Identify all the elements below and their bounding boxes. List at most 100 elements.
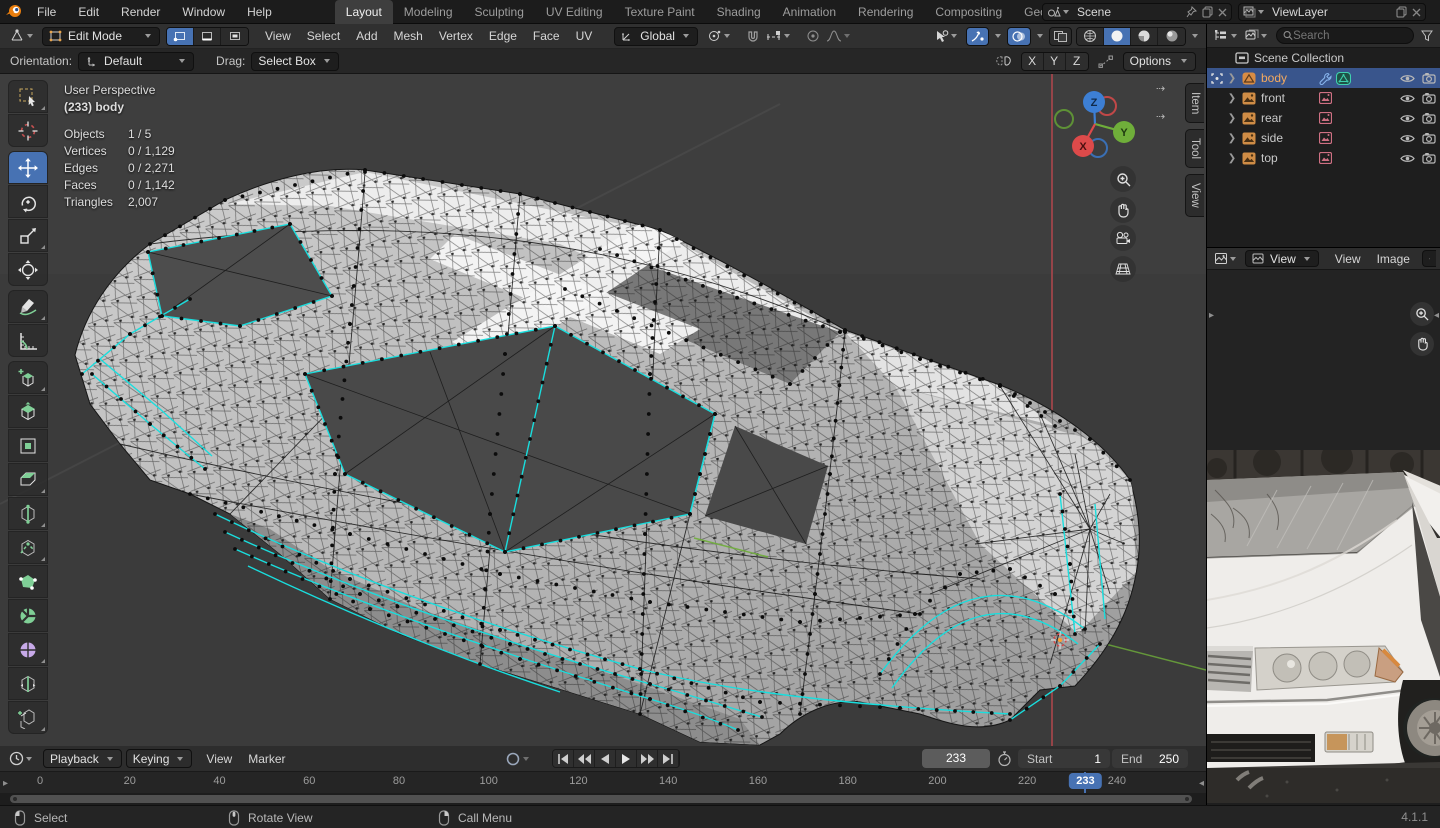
start-frame-field[interactable]: Start 1 <box>1018 749 1110 768</box>
snap-path-icon[interactable] <box>1095 55 1117 68</box>
disable-render-icon[interactable] <box>1422 92 1436 104</box>
shading-wireframe-button[interactable] <box>1077 28 1104 45</box>
zoom-view-button[interactable] <box>1110 166 1136 192</box>
viewport-3d[interactable]: User Perspective (233) body Objects1 / 5… <box>0 74 1206 746</box>
filter-icon[interactable] <box>1418 30 1436 42</box>
workspace-tab-texture-paint[interactable]: Texture Paint <box>614 0 706 24</box>
mirror-axis-x-button[interactable]: X <box>1022 53 1044 70</box>
playhead-frame-badge[interactable]: 233 <box>1069 773 1101 789</box>
snap-target-dropdown[interactable] <box>763 30 795 42</box>
outliner-row-scene-collection[interactable]: Scene Collection <box>1207 48 1440 68</box>
shading-dropdown-caret[interactable] <box>1192 34 1198 38</box>
right-panel-arrow-icon[interactable]: ◂ <box>1434 310 1439 321</box>
options-dropdown[interactable]: Options <box>1123 52 1196 71</box>
timeline-collapse-arrow-icon[interactable]: ◂ <box>1199 778 1204 789</box>
rotate-tool-button[interactable] <box>8 185 48 218</box>
topbar-menu-file[interactable]: File <box>26 0 67 24</box>
topbar-menu-help[interactable]: Help <box>236 0 283 24</box>
outliner-display-mode-icon[interactable] <box>1242 29 1272 42</box>
remove-viewlayer-icon[interactable] <box>1412 8 1421 17</box>
editor-type-outliner-icon[interactable] <box>1211 29 1242 42</box>
hide-viewport-icon[interactable] <box>1400 133 1415 144</box>
workspace-tab-uv-editing[interactable]: UV Editing <box>535 0 614 24</box>
edge-select-mode-button[interactable] <box>194 28 221 45</box>
outliner-row-side[interactable]: ❯ side <box>1207 128 1440 148</box>
disable-render-icon[interactable] <box>1422 72 1436 84</box>
image-data-icon[interactable] <box>1319 132 1332 144</box>
disable-render-icon[interactable] <box>1422 152 1436 164</box>
image-zoom-button[interactable] <box>1410 302 1434 326</box>
topbar-menu-render[interactable]: Render <box>110 0 171 24</box>
workspace-tab-shading[interactable]: Shading <box>706 0 772 24</box>
image-editor-view-menu[interactable]: View <box>1327 252 1369 266</box>
bevel-tool-button[interactable] <box>8 463 48 496</box>
workspace-tab-sculpting[interactable]: Sculpting <box>464 0 535 24</box>
object-name[interactable]: side <box>1261 131 1283 145</box>
gizmos-toggle[interactable] <box>966 27 989 46</box>
hide-viewport-icon[interactable] <box>1400 113 1415 124</box>
extrude-region-tool-button[interactable] <box>8 395 48 428</box>
gizmos-dropdown-caret[interactable] <box>995 34 1001 38</box>
viewport-menu-edge[interactable]: Edge <box>481 29 525 43</box>
left-panel-arrow-icon[interactable]: ▸ <box>1209 310 1214 321</box>
scale-tool-button[interactable] <box>8 219 48 252</box>
hide-viewport-icon[interactable] <box>1400 153 1415 164</box>
workspace-tab-modeling[interactable]: Modeling <box>393 0 464 24</box>
viewport-menu-mesh[interactable]: Mesh <box>386 29 431 43</box>
edge-slide-tool-button[interactable] <box>8 667 48 700</box>
editor-type-3dview-icon[interactable] <box>6 29 38 43</box>
timeline-expand-arrow-icon[interactable]: ▸ <box>3 778 8 789</box>
jump-to-start-button[interactable] <box>553 750 574 768</box>
new-scene-icon[interactable] <box>1202 6 1213 18</box>
workspace-tab-compositing[interactable]: Compositing <box>924 0 1013 24</box>
vertex-select-mode-button[interactable] <box>167 28 194 45</box>
reference-image[interactable] <box>1207 450 1440 803</box>
blender-logo-icon[interactable] <box>0 0 26 24</box>
outliner-row-rear[interactable]: ❯rear <box>1207 108 1440 128</box>
gizmo-axis-y-neg[interactable] <box>1055 110 1073 128</box>
outliner-search[interactable] <box>1276 27 1414 44</box>
face-select-mode-button[interactable] <box>221 28 248 45</box>
scene-selector[interactable]: Scene <box>1042 3 1232 21</box>
expand-chevron-icon[interactable]: ❯ <box>1226 133 1238 144</box>
move-tool-button[interactable] <box>8 151 48 184</box>
camera-view-button[interactable] <box>1110 225 1136 251</box>
tool-orientation-dropdown[interactable]: Default <box>78 52 194 71</box>
topbar-menu-edit[interactable]: Edit <box>67 0 110 24</box>
outliner-empty-space[interactable] <box>1207 168 1440 247</box>
shading-rendered-button[interactable] <box>1158 28 1185 45</box>
show-object-types-dropdown[interactable] <box>931 30 962 43</box>
outliner-row-front[interactable]: ❯front <box>1207 88 1440 108</box>
keying-menu[interactable]: Keying <box>126 749 193 768</box>
viewport-canvas[interactable] <box>0 74 1206 746</box>
viewport-menu-uv[interactable]: UV <box>568 29 601 43</box>
cursor-tool-button[interactable] <box>8 114 48 147</box>
expand-chevron-icon[interactable]: ❯ <box>1226 93 1238 104</box>
viewport-menu-vertex[interactable]: Vertex <box>431 29 481 43</box>
mirror-axis-y-button[interactable]: Y <box>1044 53 1066 70</box>
jump-to-end-button[interactable] <box>658 750 679 768</box>
pin-icon[interactable] <box>1186 6 1197 18</box>
object-name[interactable]: top <box>1261 151 1278 165</box>
sidebar-tab-tool[interactable]: Tool <box>1185 129 1204 168</box>
knife-tool-button[interactable] <box>8 531 48 564</box>
object-name[interactable]: rear <box>1261 111 1282 125</box>
object-name[interactable]: body <box>1261 71 1287 85</box>
pan-view-button[interactable] <box>1110 197 1136 223</box>
poly-build-tool-button[interactable] <box>8 565 48 598</box>
proportional-editing-icon[interactable] <box>803 29 823 43</box>
timeline-marker-menu[interactable]: Marker <box>240 752 293 766</box>
viewport-menu-select[interactable]: Select <box>299 29 348 43</box>
image-display-mode-dropdown[interactable]: View <box>1245 250 1319 267</box>
next-keyframe-button[interactable] <box>637 750 658 768</box>
viewport-menu-face[interactable]: Face <box>525 29 568 43</box>
spin-tool-button[interactable] <box>8 599 48 632</box>
annotate-tool-button[interactable] <box>8 290 48 323</box>
outliner-row-top[interactable]: ❯top <box>1207 148 1440 168</box>
rip-region-tool-button[interactable] <box>8 701 48 734</box>
viewlayer-selector[interactable]: ViewLayer <box>1238 3 1426 21</box>
image-data-icon[interactable] <box>1319 152 1332 164</box>
new-viewlayer-icon[interactable] <box>1396 6 1407 18</box>
collapse-panel-arrow-icon[interactable]: ⇢ <box>1156 82 1165 95</box>
image-editor-body[interactable]: ▸ ◂ <box>1207 270 1440 803</box>
